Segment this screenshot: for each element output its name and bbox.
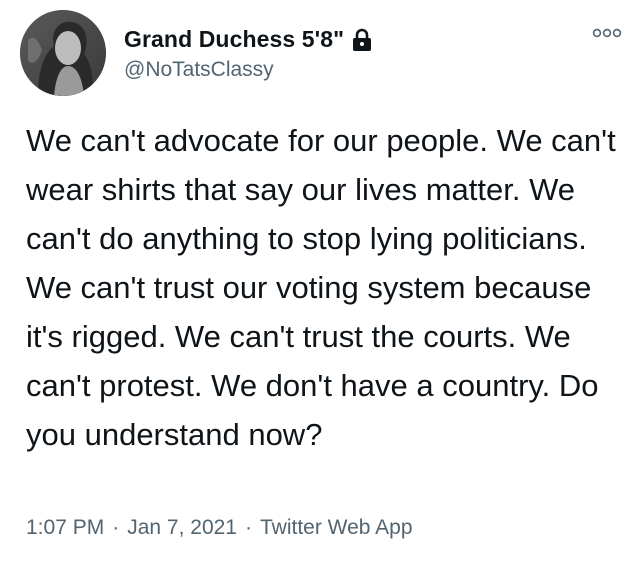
meta-separator: · (244, 516, 252, 539)
tweet-source[interactable]: Twitter Web App (260, 516, 413, 540)
tweet-date[interactable]: Jan 7, 2021 (127, 516, 237, 540)
lock-icon (352, 28, 372, 52)
tweet-card: Grand Duchess 5'8" @NoTatsClassy We can'… (0, 0, 640, 568)
more-options-icon[interactable] (592, 26, 622, 40)
tweet-time[interactable]: 1:07 PM (26, 516, 104, 540)
name-row: Grand Duchess 5'8" (124, 22, 372, 56)
display-name[interactable]: Grand Duchess 5'8" (124, 26, 344, 53)
tweet-meta: 1:07 PM · Jan 7, 2021 · Twitter Web App (26, 516, 413, 540)
tweet-text: We can't advocate for our people. We can… (26, 123, 616, 452)
meta-separator: · (112, 516, 120, 539)
profile-photo (20, 10, 106, 96)
avatar[interactable] (20, 10, 106, 96)
user-handle[interactable]: @NoTatsClassy (124, 58, 274, 82)
